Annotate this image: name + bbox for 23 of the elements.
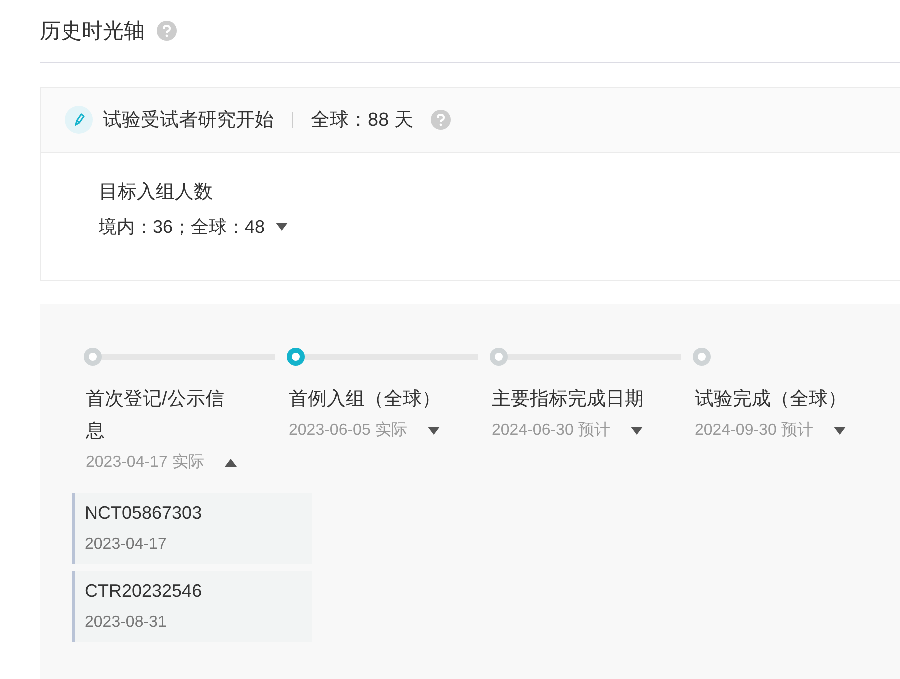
pencil-icon (65, 106, 93, 134)
caret-icon[interactable] (224, 458, 238, 468)
caret-icon[interactable] (275, 222, 290, 232)
record-date: 2023-08-31 (85, 614, 168, 632)
record-date: 2023-04-17 (85, 536, 168, 554)
caret-icon[interactable] (833, 426, 848, 436)
step-label: 首例入组（全球） (289, 388, 441, 412)
step-label: 首次登记/公示信息 (86, 388, 226, 444)
step-date: 2023-04-17 实际 (86, 452, 204, 473)
step-label: 主要指标完成日期 (492, 388, 644, 412)
caret-icon[interactable] (630, 426, 644, 436)
record-id: NCT05867303 (85, 503, 204, 524)
step-date: 2024-09-30 预计 (695, 420, 814, 441)
step-label: 试验完成（全球） (695, 388, 847, 412)
enrollment-label: 目标入组人数 (99, 181, 214, 205)
caret-icon[interactable] (427, 426, 442, 436)
milestone-duration: 全球：88 天 (311, 109, 414, 133)
milestone-name: 试验受试者研究开始 (103, 109, 274, 133)
enrollment-value: 境内：36；全球：48 (99, 216, 266, 239)
step-date: 2023-06-05 实际 (289, 420, 408, 441)
step-date: 2024-06-30 预计 (492, 420, 610, 441)
record-id: CTR20232546 (85, 581, 204, 602)
section-title: 历史时光轴 (40, 19, 145, 45)
